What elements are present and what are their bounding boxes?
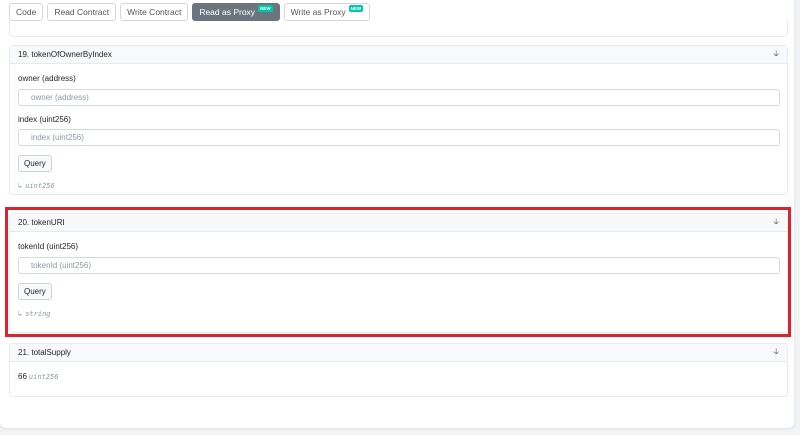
highlight-box: [5, 207, 791, 337]
return-arrow-icon: ↳: [18, 182, 23, 190]
section-header[interactable]: 21. totalSupply 🡣: [10, 344, 787, 362]
section-title: 19. tokenOfOwnerByIndex: [18, 50, 112, 59]
section-total-supply: 21. totalSupply 🡣 66 uint256: [9, 343, 788, 397]
new-badge: NEW: [348, 4, 364, 12]
section-header[interactable]: 19. tokenOfOwnerByIndex 🡣: [10, 46, 787, 64]
arrow-down-icon[interactable]: 🡣: [773, 346, 779, 360]
query-button[interactable]: Query: [18, 155, 52, 172]
section-title: 21. totalSupply: [18, 348, 71, 357]
param-label-index: index (uint256): [18, 115, 71, 124]
tab-content-top: [9, 20, 788, 37]
tab-code[interactable]: Code: [9, 3, 44, 21]
total-supply-value: 66 uint256: [18, 372, 59, 381]
tab-write-contract[interactable]: Write Contract: [120, 3, 189, 21]
contract-tabs: Code Read Contract Write Contract Read a…: [9, 3, 371, 21]
new-badge: NEW: [258, 4, 273, 12]
arrow-down-icon[interactable]: 🡣: [773, 48, 779, 62]
tab-read-as-proxy[interactable]: Read as Proxy NEW: [192, 3, 280, 21]
index-input[interactable]: index (uint256): [18, 129, 780, 146]
tab-write-as-proxy[interactable]: Write as Proxy NEW: [283, 3, 371, 21]
param-label-owner: owner (address): [18, 74, 76, 83]
tab-read-contract[interactable]: Read Contract: [47, 3, 117, 21]
owner-input[interactable]: owner (address): [18, 89, 780, 106]
section-token-of-owner-by-index: 19. tokenOfOwnerByIndex 🡣 owner (address…: [9, 45, 788, 195]
return-type: ↳ uint256: [18, 182, 55, 190]
